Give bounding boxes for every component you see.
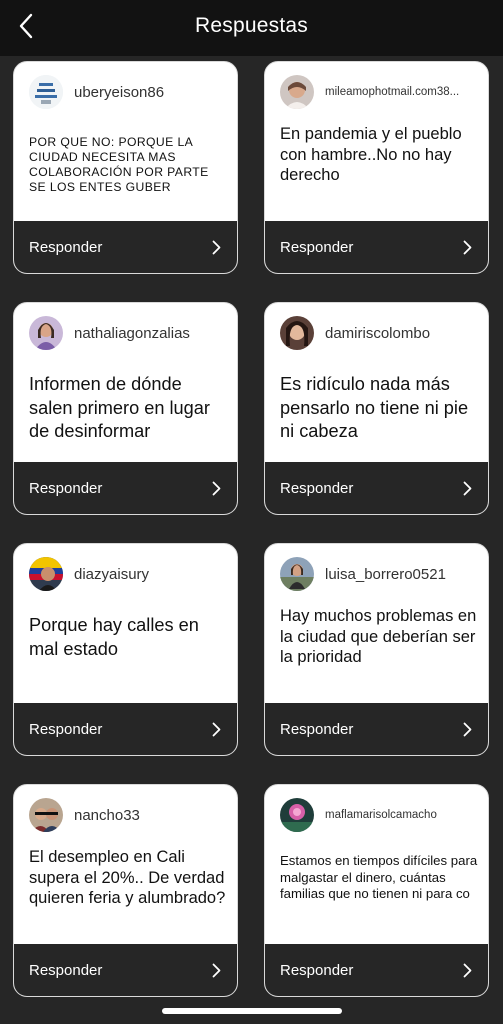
response-card: mileamophotmail.com38... En pandemia y e… [264,61,489,274]
avatar[interactable] [29,316,63,350]
response-text: En pandemia y el pueblo con hambre..No n… [280,125,462,184]
avatar[interactable] [29,75,63,109]
chevron-right-icon [212,963,221,977]
reply-label: Responder [29,479,103,497]
response-card: uberyeison86 POR QUE NO: PORQUE LA CIUDA… [13,61,238,274]
card-user: maflamarisolcamacho [280,797,478,833]
chevron-right-icon [463,240,472,254]
reply-label: Responder [280,479,354,497]
reply-button[interactable]: Responder [14,462,237,514]
chevron-right-icon [463,963,472,977]
username[interactable]: luisa_borrero0521 [325,566,446,583]
reply-label: Responder [280,720,354,738]
reply-label: Responder [280,961,354,979]
response-card: damiriscolombo Es ridículo nada más pens… [264,302,489,515]
response-text: Hay muchos problemas en la ciudad que de… [280,607,477,666]
response-text: Estamos en tiempos difíciles para malgas… [280,853,478,901]
username[interactable]: nathaliagonzalias [74,325,190,342]
reply-label: Responder [280,238,354,256]
card-user: nancho33 [29,797,227,833]
reply-button[interactable]: Responder [265,703,488,755]
card-user: damiriscolombo [280,315,478,351]
response-card: nathaliagonzalias Informen de dónde sale… [13,302,238,515]
avatar[interactable] [29,557,63,591]
card-user: mileamophotmail.com38... [280,74,478,110]
response-card: nancho33 El desempleo en Cali supera el … [13,784,238,997]
username[interactable]: uberyeison86 [74,84,164,101]
username[interactable]: maflamarisolcamacho [325,809,437,821]
chevron-right-icon [212,240,221,254]
card-user: nathaliagonzalias [29,315,227,351]
response-text: Informen de dónde salen primero en lugar… [29,374,210,441]
avatar[interactable] [29,798,63,832]
response-text: Porque hay calles en mal estado [29,615,199,659]
username[interactable]: damiriscolombo [325,325,430,342]
avatar[interactable] [280,557,314,591]
response-card: luisa_borrero0521 Hay muchos problemas e… [264,543,489,756]
avatar[interactable] [280,316,314,350]
chevron-right-icon [463,722,472,736]
response-text: El desempleo en Cali supera el 20%.. De … [29,848,226,907]
response-card: maflamarisolcamacho Estamos en tiempos d… [264,784,489,997]
avatar[interactable] [280,75,314,109]
card-user: uberyeison86 [29,74,227,110]
reply-label: Responder [29,961,103,979]
reply-label: Responder [29,720,103,738]
reply-button[interactable]: Responder [265,944,488,996]
card-user: luisa_borrero0521 [280,556,478,592]
reply-button[interactable]: Responder [14,221,237,273]
response-text: Es ridículo nada más pensarlo no tiene n… [280,374,469,441]
chevron-right-icon [212,722,221,736]
reply-button[interactable]: Responder [14,703,237,755]
reply-label: Responder [29,238,103,256]
avatar[interactable] [280,798,314,832]
responses-grid: uberyeison86 POR QUE NO: PORQUE LA CIUDA… [0,0,503,1024]
username[interactable]: diazyaisury [74,566,149,583]
card-user: diazyaisury [29,556,227,592]
reply-button[interactable]: Responder [14,944,237,996]
home-indicator[interactable] [162,1008,342,1014]
username[interactable]: nancho33 [74,807,140,824]
chevron-right-icon [212,481,221,495]
reply-button[interactable]: Responder [265,221,488,273]
chevron-right-icon [463,481,472,495]
response-text: POR QUE NO: PORQUE LA CIUDAD NECESITA MA… [29,135,209,194]
response-card: diazyaisury Porque hay calles en mal est… [13,543,238,756]
username[interactable]: mileamophotmail.com38... [325,86,459,98]
reply-button[interactable]: Responder [265,462,488,514]
